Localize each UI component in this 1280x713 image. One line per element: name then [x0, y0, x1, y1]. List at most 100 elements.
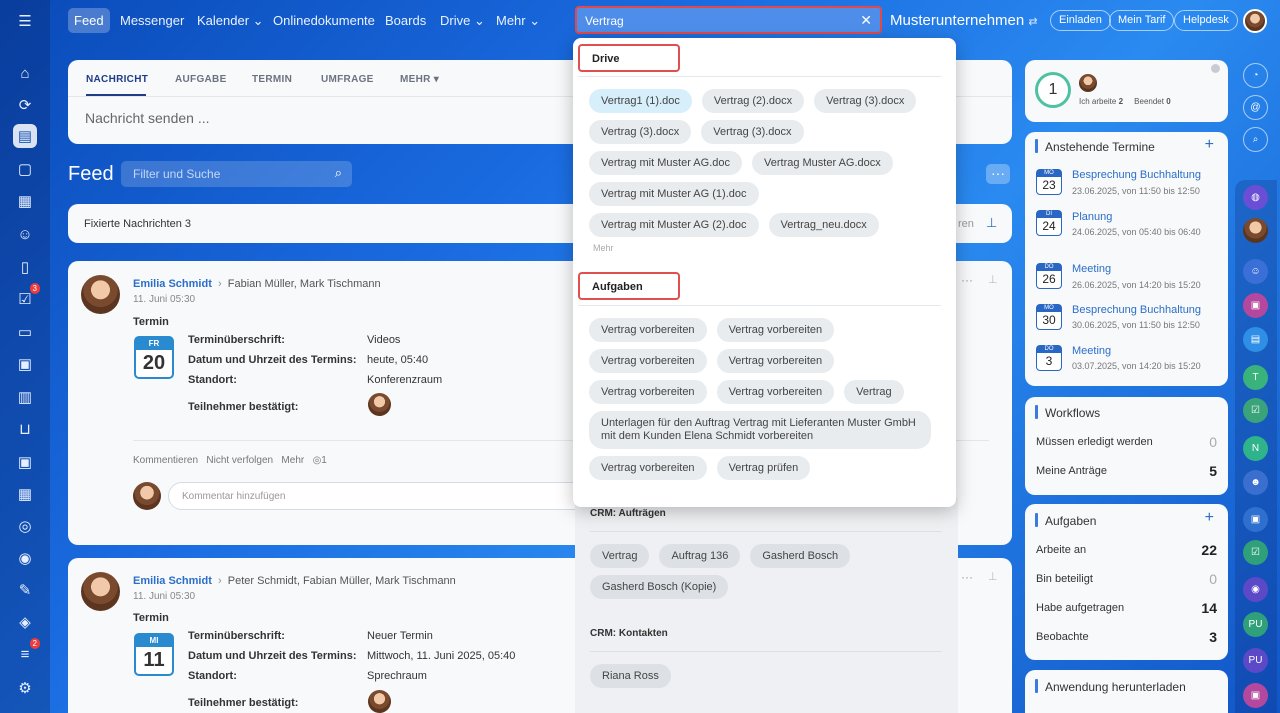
post-date[interactable]: 11. Juni 05:30: [133, 294, 195, 305]
workflow-row[interactable]: Meine Anträge 5: [1036, 463, 1217, 479]
invite-button[interactable]: Einladen: [1050, 10, 1111, 31]
tab-poll[interactable]: UMFRAGE: [321, 74, 374, 85]
task-item[interactable]: Vertrag vorbereiten: [589, 349, 707, 373]
checklist-icon[interactable]: ☑: [1243, 540, 1268, 565]
calendar-icon[interactable]: ▦: [13, 189, 37, 213]
task-item[interactable]: Vertrag vorbereiten: [716, 380, 835, 404]
checklist-icon[interactable]: ☑: [1243, 398, 1268, 423]
target-icon[interactable]: ◉: [1243, 577, 1268, 602]
more-dots-icon[interactable]: ···: [961, 273, 973, 287]
plus-icon[interactable]: +: [1205, 509, 1214, 527]
crm-order-item[interactable]: Auftrag 136: [659, 544, 741, 568]
user-avatar[interactable]: [1243, 9, 1267, 33]
robot-icon[interactable]: ◎: [13, 514, 37, 538]
lock-icon[interactable]: ▣: [1243, 293, 1268, 318]
task-item[interactable]: Vertrag vorbereiten: [716, 318, 835, 342]
copilot-icon[interactable]: ◍: [1243, 185, 1268, 210]
value-title[interactable]: Neuer Termin: [367, 630, 433, 642]
event-link[interactable]: Meeting: [1072, 263, 1111, 275]
drive-item[interactable]: Vertrag (3).docx: [589, 120, 692, 144]
recipients[interactable]: Fabian Müller, Mark Tischmann: [228, 278, 381, 290]
event-link[interactable]: Meeting: [1072, 345, 1111, 357]
crm-order-item[interactable]: Gasherd Bosch: [750, 544, 851, 568]
contact-n[interactable]: N: [1243, 436, 1268, 461]
drive-item[interactable]: Vertrag_neu.docx: [768, 213, 879, 237]
task-item[interactable]: Vertrag: [844, 380, 904, 404]
search-rail-icon[interactable]: ⌕: [1243, 127, 1268, 152]
help-icon[interactable]: [1211, 64, 1220, 73]
crm-order-item[interactable]: Gasherd Bosch (Kopie): [590, 575, 729, 599]
tab-more[interactable]: MEHR ▾: [400, 74, 439, 85]
participant-avatar[interactable]: [368, 690, 391, 713]
tasks-icon[interactable]: ☑ 3: [13, 283, 40, 311]
work-ring[interactable]: 1: [1035, 72, 1071, 108]
shop-icon[interactable]: ⊔: [13, 417, 37, 441]
drive-item[interactable]: Vertrag (3).docx: [701, 120, 804, 144]
more-dots-icon[interactable]: ···: [961, 570, 973, 584]
company-name[interactable]: Musterunternehmen ⇄: [890, 12, 1038, 29]
group-icon[interactable]: ☺: [1243, 259, 1268, 284]
nav-messenger[interactable]: Messenger: [114, 8, 190, 33]
bell-icon[interactable]: ◔: [1243, 63, 1268, 88]
drive-item[interactable]: Vertrag mit Muster AG.doc: [589, 151, 742, 175]
contact-pu[interactable]: PU: [1243, 648, 1268, 673]
lock-icon[interactable]: ▣: [1243, 683, 1268, 708]
drive-item[interactable]: Vertrag mit Muster AG (1).doc: [589, 182, 759, 206]
presentation-icon[interactable]: ▣: [13, 352, 37, 376]
task-count-row[interactable]: Habe aufgetragen 14: [1036, 600, 1217, 616]
task-item[interactable]: Vertrag vorbereiten: [716, 349, 835, 373]
chat-icon[interactable]: ▢: [13, 157, 37, 181]
filter-search-input[interactable]: Filter und Suche ⌕: [121, 161, 352, 187]
users-icon[interactable]: ☺: [13, 222, 37, 246]
team-icon[interactable]: ☻: [1243, 470, 1268, 495]
pin-icon[interactable]: ⊥: [986, 215, 997, 231]
nav-feed[interactable]: Feed: [68, 8, 110, 33]
settings-app-icon[interactable]: ◈: [13, 610, 37, 634]
crm-order-item[interactable]: Vertrag: [590, 544, 650, 568]
author-avatar[interactable]: [81, 275, 120, 314]
automation-icon[interactable]: ⟳: [13, 93, 37, 117]
feed-icon[interactable]: ▤: [13, 124, 37, 148]
contact-pu[interactable]: PU: [1243, 612, 1268, 637]
task-item[interactable]: Vertrag vorbereiten: [589, 318, 707, 342]
tab-task[interactable]: AUFGABE: [175, 74, 227, 85]
pin-icon[interactable]: ⊥: [988, 273, 998, 286]
pin-icon[interactable]: ⊥: [988, 570, 998, 583]
plus-icon[interactable]: +: [1205, 136, 1214, 154]
contact-card-icon[interactable]: ▣: [13, 450, 37, 474]
stack-icon[interactable]: ≡ 2: [13, 638, 40, 666]
task-item[interactable]: Vertrag vorbereiten: [589, 456, 707, 480]
home-icon[interactable]: ⌂: [13, 61, 37, 85]
event-link[interactable]: Besprechung Buchhaltung: [1072, 304, 1201, 316]
tab-message[interactable]: NACHRICHT: [86, 74, 148, 85]
participant-avatar[interactable]: [368, 393, 391, 416]
documents-icon[interactable]: ▯: [13, 255, 37, 279]
post-date[interactable]: 11. Juni 05:30: [133, 591, 195, 602]
workflow-row[interactable]: Müssen erledigt werden 0: [1036, 434, 1217, 450]
tariff-button[interactable]: Mein Tarif: [1109, 10, 1175, 31]
author-avatar[interactable]: [81, 572, 120, 611]
nav-boards[interactable]: Boards: [379, 8, 432, 33]
drive-item[interactable]: Vertrag Muster AG.docx: [752, 151, 893, 175]
drive-item[interactable]: Vertrag mit Muster AG (2).doc: [589, 213, 759, 237]
nav-online-docs[interactable]: Onlinedokumente: [267, 8, 381, 33]
helpdesk-button[interactable]: Helpdesk: [1174, 10, 1238, 31]
nav-more[interactable]: Mehr ⌄: [490, 8, 546, 33]
close-icon[interactable]: ✕: [860, 12, 872, 29]
contact-avatar[interactable]: [1243, 218, 1268, 243]
crm-contact-item[interactable]: Riana Ross: [590, 664, 671, 688]
task-count-row[interactable]: Bin beteiligt 0: [1036, 571, 1217, 587]
comment-input[interactable]: Kommentar hinzufügen: [168, 482, 588, 510]
tab-event[interactable]: TERMIN: [252, 74, 292, 85]
author-link[interactable]: Emilia Schmidt: [133, 575, 212, 587]
task-count-row[interactable]: Beobachte 3: [1036, 629, 1217, 645]
drive-item[interactable]: Vertrag1 (1).doc: [589, 89, 692, 113]
comment-link[interactable]: Kommentieren: [133, 455, 198, 466]
task-item[interactable]: Vertrag prüfen: [716, 456, 811, 480]
event-link[interactable]: Planung: [1072, 211, 1112, 223]
drive-item[interactable]: Vertrag (3).docx: [814, 89, 917, 113]
unfollow-link[interactable]: Nicht verfolgen: [206, 455, 273, 466]
signature-icon[interactable]: ✎: [13, 578, 37, 602]
analytics-icon[interactable]: ▥: [13, 385, 37, 409]
lock-icon[interactable]: ▣: [1243, 507, 1268, 532]
